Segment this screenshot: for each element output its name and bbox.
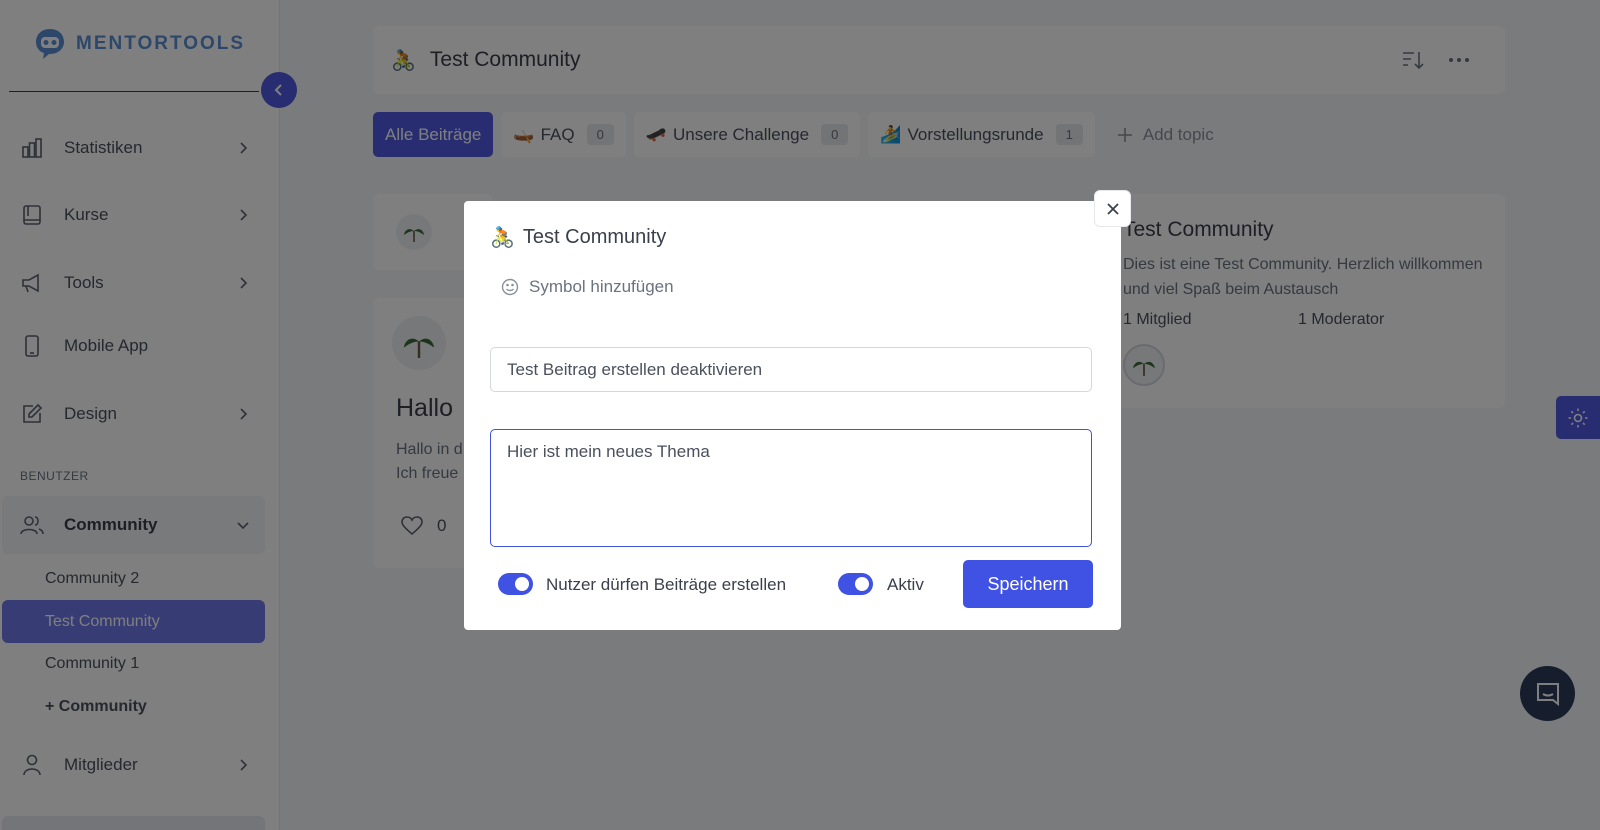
save-button[interactable]: Speichern: [963, 560, 1093, 608]
users-can-post-toggle[interactable]: [498, 573, 533, 595]
active-toggle[interactable]: [838, 573, 873, 595]
topic-name-input[interactable]: [490, 347, 1092, 392]
topic-description-textarea[interactable]: Hier ist mein neues Thema: [490, 429, 1092, 547]
edit-topic-modal: 🚴 Test Community Symbol hinzufügen Hier …: [464, 190, 1131, 630]
cyclist-icon: 🚴: [490, 227, 515, 249]
close-icon: [1106, 202, 1119, 215]
users-can-post-label: Nutzer dürfen Beiträge erstellen: [546, 575, 787, 594]
smiley-icon: [501, 278, 519, 296]
add-symbol-label: Symbol hinzufügen: [529, 277, 674, 296]
add-symbol-button[interactable]: Symbol hinzufügen: [501, 277, 674, 297]
modal-title: 🚴 Test Community: [490, 225, 666, 250]
modal-title-text: Test Community: [522, 226, 667, 248]
close-button[interactable]: [1094, 190, 1131, 227]
active-label: Aktiv: [887, 575, 924, 594]
